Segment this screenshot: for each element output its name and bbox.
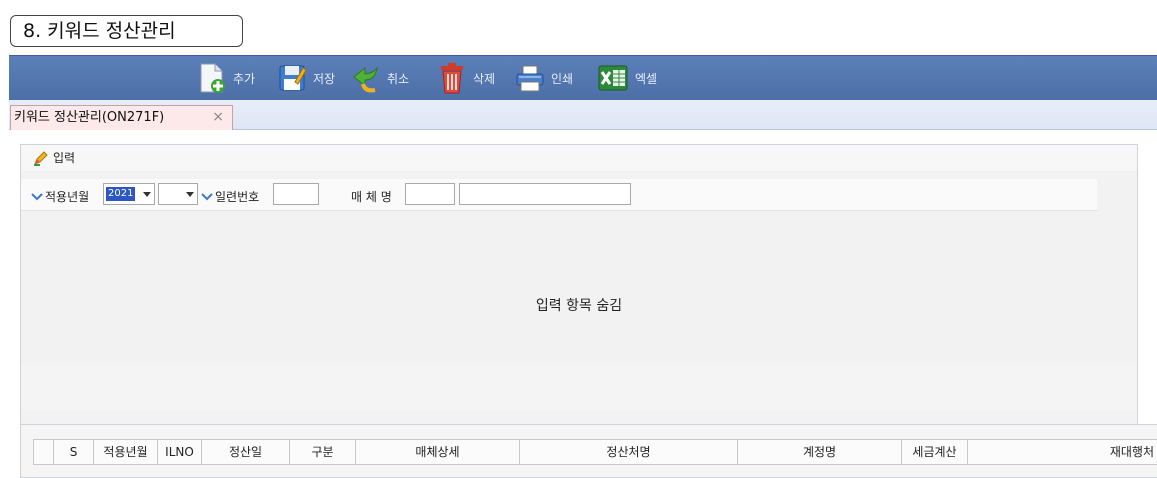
grid-header: S 적용년월 ILNO 정산일 구분 매체상세 정산처명 계정명 세금계산 재대… [33,439,1157,465]
print-button-label: 인쇄 [551,71,574,86]
grid-col-settle-name[interactable]: 정산처명 [519,440,737,464]
printer-icon [516,65,544,92]
month-select[interactable] [158,183,198,205]
media-name-input[interactable] [459,183,631,205]
edit-pencil-icon [34,151,48,166]
add-button-label: 추가 [233,71,256,86]
dropdown-arrow-icon [186,192,194,197]
tab-strip: 키워드 정산관리(ON271F) × [9,100,1157,130]
tab-close-icon[interactable]: × [212,106,224,129]
excel-icon [598,65,628,91]
excel-button-label: 엑셀 [635,71,658,86]
apply-month-label[interactable]: 적용년월 [31,188,89,205]
grid-col-sub-agency[interactable]: 재대행처 [967,440,1157,464]
add-button[interactable]: 추가 [197,59,255,97]
input-panel: 입력 적용년월 2021 일련번호 매 체 명 입력 항목 숨김 [20,144,1138,440]
media-label: 매 체 명 [351,190,392,204]
input-hidden-message: 입력 항목 숨김 [535,298,623,314]
save-button[interactable]: 저장 [277,59,335,97]
year-select[interactable]: 2021 [103,183,155,205]
trash-icon [441,63,463,94]
save-disk-icon [279,65,307,91]
serial-input[interactable] [273,183,319,205]
cancel-button[interactable]: 취소 [351,59,409,97]
grid-col-tax[interactable]: 세금계산 [901,440,967,464]
delete-button-label: 삭제 [473,71,496,86]
grid-col-ilno[interactable]: ILNO [157,440,201,464]
add-document-icon [200,63,225,93]
serial-label[interactable]: 일련번호 [201,188,259,205]
cancel-button-label: 취소 [387,71,410,86]
tab-label: 키워드 정산관리(ON271F) [14,110,165,125]
grid-col-settle-date[interactable]: 정산일 [201,440,289,464]
delete-button[interactable]: 삭제 [437,59,495,97]
grid-col-category[interactable]: 구분 [289,440,355,464]
panel-header-label: 입력 [53,151,76,165]
data-grid: S 적용년월 ILNO 정산일 구분 매체상세 정산처명 계정명 세금계산 재대… [20,424,1157,478]
media-code-input[interactable] [405,183,455,205]
grid-col-media-detail[interactable]: 매체상세 [355,440,519,464]
grid-col-apply-month[interactable]: 적용년월 [93,440,157,464]
grid-col-s[interactable]: S [53,440,93,464]
toolbar: 추가 저장 취소 삭제 인쇄 엑셀 [9,55,1157,100]
print-button[interactable]: 인쇄 [515,59,573,97]
grid-col-account[interactable]: 계정명 [737,440,901,464]
excel-button[interactable]: 엑셀 [597,59,657,97]
panel-header: 입력 [21,145,1137,171]
chevron-down-icon [201,192,213,200]
panel-footer [21,365,1137,410]
tab-keyword-settlement[interactable]: 키워드 정산관리(ON271F) × [10,105,233,130]
chevron-down-icon [31,192,43,200]
dropdown-arrow-icon [143,192,151,197]
year-value: 2021 [106,187,136,201]
section-title: 8. 키워드 정산관리 [10,15,243,47]
save-button-label: 저장 [313,71,336,86]
filter-row: 적용년월 2021 일련번호 매 체 명 [21,179,1097,211]
grid-col-select[interactable] [33,440,53,464]
undo-arrow-icon [353,66,378,93]
